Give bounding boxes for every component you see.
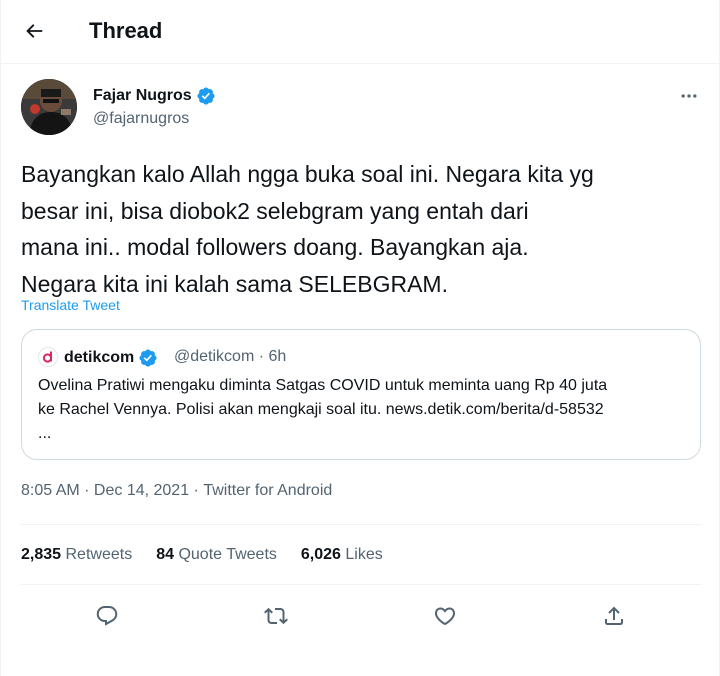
like-icon [434,607,456,626]
author-handle[interactable]: @fajarnugros [93,110,189,128]
retweets-label: Retweets [65,546,133,563]
more-horizontal-icon [681,94,697,98]
verified-badge-icon [197,87,215,105]
page-title: Thread [89,18,163,43]
quote-text: Ovelina Pratiwi mengaku diminta Satgas C… [38,377,608,442]
quote-tweets-label: Quote Tweets [178,546,277,563]
quote-handle-time: @detikcom · 6h [174,348,287,365]
tweet-date[interactable]: Dec 14, 2021 [94,482,189,500]
quoted-tweet-card[interactable]: detikcom @detikcom · 6h Ovelina Pratiwi … [21,329,701,460]
translate-tweet-link[interactable]: Translate Tweet [21,297,120,313]
timestamp-separator: · [79,482,94,499]
retweets-stat[interactable]: 2,835 Retweets [21,546,132,564]
retweet-icon [264,607,288,625]
back-button[interactable] [17,14,51,48]
divider [21,584,701,585]
timestamp-separator: · [189,482,204,499]
tweet-actions [21,596,701,636]
verified-badge-icon [139,349,157,367]
share-button[interactable] [594,596,634,636]
likes-count: 6,026 [300,546,341,563]
detikcom-logo-icon [40,349,56,365]
quote-author-name: detikcom [64,348,158,368]
tweet-stats: 2,835 Retweets 84 Quote Tweets 6,026 Lik… [21,546,407,564]
author-name[interactable]: Fajar Nugros [93,86,216,106]
quote-avatar [38,347,58,367]
divider [21,524,701,525]
tweet-timestamp: 8:05 AM · Dec 14, 2021 · Twitter for And… [21,482,332,500]
quote-tweets-count: 84 [156,546,174,563]
quote-tweets-stat[interactable]: 84 Quote Tweets [156,546,277,564]
retweet-button[interactable] [256,596,296,636]
author-name-text: Fajar Nugros [93,87,192,104]
like-button[interactable] [425,596,465,636]
reply-button[interactable] [87,596,127,636]
more-options-button[interactable] [673,82,705,110]
author-avatar[interactable] [21,79,77,135]
thread-header: Thread [1,0,720,64]
tweet-text: Bayangkan kalo Allah ngga buka soal ini.… [21,161,594,297]
profile-photo [21,79,77,135]
tweet-time[interactable]: 8:05 AM [21,482,80,500]
likes-label: Likes [345,546,383,563]
likes-stat[interactable]: 6,026 Likes [301,546,383,564]
quote-author-name-text: detikcom [64,349,135,366]
reply-icon [96,606,118,626]
share-icon [605,606,623,625]
arrow-left-icon [26,24,43,38]
retweets-count: 2,835 [21,546,62,563]
tweet-source[interactable]: Twitter for Android [203,482,332,500]
thread-page: Thread Fajar Nugros @fajarnugros Bayangk… [0,0,720,676]
